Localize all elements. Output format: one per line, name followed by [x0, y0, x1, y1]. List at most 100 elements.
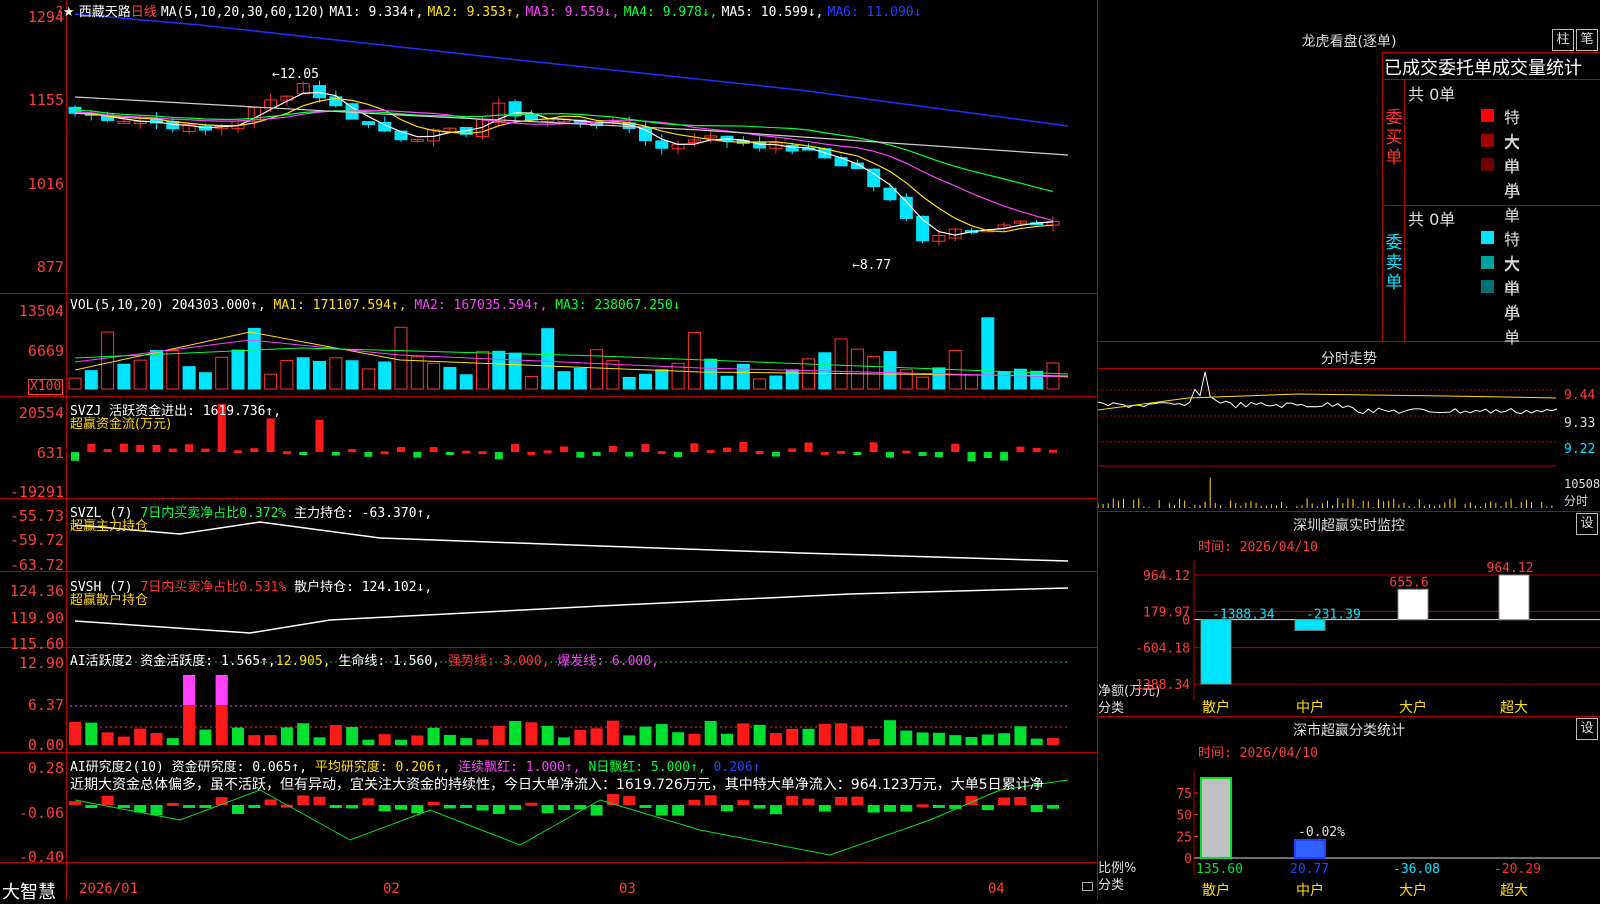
- volume-bar: [997, 371, 1011, 390]
- brand-logo[interactable]: 大智慧: [2, 878, 56, 904]
- research-bar: [802, 798, 815, 805]
- research-bar: [1030, 805, 1043, 812]
- ma2-value: MA2: 9.353↑,: [427, 5, 522, 20]
- volume-bar: [84, 370, 98, 390]
- activity-bar: [851, 726, 864, 745]
- activity-bar: [884, 720, 896, 745]
- activity-bar: [704, 721, 717, 745]
- volume-bar: [394, 326, 408, 390]
- flow-bar: [71, 452, 79, 461]
- research-bar: [851, 796, 864, 805]
- price-tick: 877: [36, 258, 64, 276]
- svzl-ratio: 7日内买卖净占比0.372%: [140, 506, 287, 521]
- volume-bar: [329, 357, 343, 390]
- classify-bar-label: 135.60: [1196, 862, 1243, 877]
- monitor-tick: -604.18: [1135, 642, 1190, 657]
- vol-ma-line: [74, 331, 1069, 377]
- x-axis-label: 2026/01: [79, 881, 139, 897]
- activity-bar: [998, 733, 1011, 745]
- volume-bar: [443, 366, 457, 390]
- ai2-comment: 近期大资金总体偏多，虽不活跃，但有异动，宜关注大资金的持续性，今日大单净流入：1…: [70, 777, 1044, 793]
- classify-bar-label: -36.08: [1393, 862, 1440, 877]
- classify-category: 大户: [1399, 882, 1427, 899]
- research-bar: [1014, 796, 1027, 805]
- ai1-strong: 强势线: 3.000,: [440, 654, 550, 669]
- flow-bar: [837, 450, 846, 454]
- volume-bar: [981, 317, 995, 390]
- activity-bar: [476, 739, 489, 745]
- flow-bar: [494, 452, 503, 460]
- price-candle: [361, 121, 375, 125]
- research-bar: [590, 805, 603, 816]
- research-bar: [867, 805, 880, 813]
- monitor-tick: 964.12: [1143, 569, 1190, 584]
- monitor-bar-label: -1388.34: [1212, 608, 1275, 623]
- flow-bar: [543, 450, 552, 454]
- vol-ma1: MA1: 171107.594↑,: [273, 298, 407, 313]
- svzl-tick: -63.72: [9, 556, 64, 574]
- research-bar: [199, 805, 212, 808]
- star-icon[interactable]: ★: [63, 5, 75, 20]
- flow-bar: [478, 451, 487, 455]
- activity-bar: [329, 725, 342, 745]
- flow-bar: [641, 444, 650, 452]
- research-bar: [721, 805, 733, 812]
- monitor-bar: [1200, 619, 1232, 685]
- classify-category: 超大: [1500, 883, 1528, 899]
- research-bar: [786, 796, 799, 805]
- volume-bar: [524, 375, 538, 390]
- flow-bar: [103, 449, 112, 453]
- price-tick: 1294: [27, 8, 64, 26]
- lock-icon[interactable]: [1082, 882, 1093, 891]
- intraday-price-line: [1098, 371, 1558, 415]
- vol-tick: 13504: [18, 302, 64, 320]
- volume-bar: [492, 350, 506, 390]
- volume-bar: [932, 367, 946, 390]
- activity-bar: [199, 729, 212, 745]
- classify-tick: 50: [1176, 809, 1192, 824]
- flow-bar: [348, 449, 357, 453]
- price-candle: [508, 101, 522, 117]
- activity-bar: [232, 727, 244, 745]
- svsh-subtitle: 超赢散户持仓: [70, 593, 149, 608]
- research-bar: [981, 805, 994, 811]
- activity-bar: [362, 739, 375, 745]
- flow-bar: [706, 449, 715, 453]
- price-candle: [313, 85, 326, 99]
- vol-title: VOL(5,10,20): [70, 298, 164, 313]
- price-candle: [524, 114, 538, 121]
- ai2-title: AI研究度2(10) 资金研究度: 0.065↑,: [70, 760, 308, 775]
- price-candle: [899, 196, 913, 219]
- flow-bar: [934, 452, 943, 458]
- activity-bar: [802, 728, 815, 745]
- ai2-tick: 0.28: [27, 759, 64, 777]
- volume-bar: [410, 356, 424, 390]
- activity-bar: [867, 739, 880, 745]
- activity-bar: [166, 738, 179, 745]
- stock-name[interactable]: 西藏天路: [79, 5, 131, 20]
- flow-bar: [804, 442, 813, 452]
- research-bar: [411, 805, 424, 814]
- activity-bar: [688, 733, 701, 745]
- volume-bar: [622, 376, 636, 390]
- panel-divider: [0, 293, 1098, 294]
- activity-bar: [427, 727, 440, 745]
- volume-bar: [639, 373, 652, 390]
- research-bar: [476, 805, 489, 811]
- flow-bar: [608, 446, 617, 452]
- research-bar: [753, 805, 766, 809]
- svsh-tick: 119.90: [9, 609, 64, 627]
- research-bar: [232, 805, 244, 815]
- flow-bar: [771, 452, 780, 457]
- period-label[interactable]: 日线: [131, 5, 157, 20]
- ai1-tick: 6.37: [27, 696, 64, 714]
- flow-bar: [511, 444, 520, 452]
- classify-category: 中户: [1296, 882, 1324, 899]
- activity-bar: [786, 728, 799, 745]
- research-bar: [655, 805, 668, 816]
- research-bar: [183, 805, 196, 808]
- research-bar: [525, 802, 538, 806]
- volume-bar: [720, 375, 734, 390]
- volume-bar: [850, 348, 864, 390]
- monitor-bar: [1397, 588, 1429, 621]
